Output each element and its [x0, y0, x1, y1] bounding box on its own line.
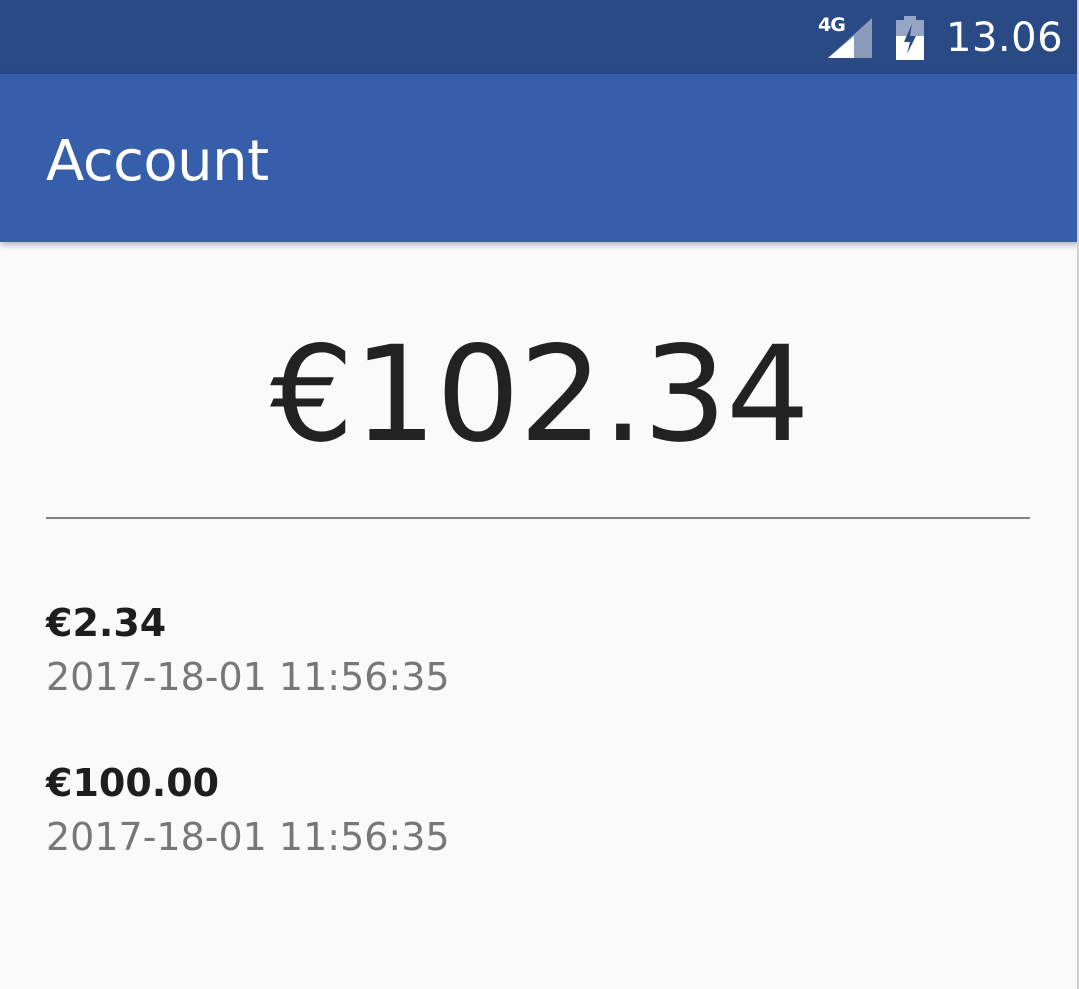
account-balance: €102.34 — [270, 318, 810, 472]
app-bar: Account — [0, 74, 1079, 242]
divider — [46, 517, 1030, 519]
transaction-item[interactable]: €100.00 2017-18-01 11:56:35 — [46, 760, 450, 920]
transaction-amount: €100.00 — [46, 761, 220, 805]
page-title: Account — [46, 129, 269, 194]
transaction-amount: €2.34 — [46, 601, 167, 645]
status-bar: 4G 13.06 — [0, 0, 1079, 74]
transaction-timestamp: 2017-18-01 11:56:35 — [46, 815, 450, 859]
status-time: 13.06 — [946, 15, 1064, 61]
transaction-timestamp: 2017-18-01 11:56:35 — [46, 655, 450, 699]
transaction-item[interactable]: €2.34 2017-18-01 11:56:35 — [46, 600, 450, 760]
battery-charging-icon — [896, 16, 924, 60]
signal-icon — [828, 18, 872, 58]
transaction-list: €2.34 2017-18-01 11:56:35 €100.00 2017-1… — [46, 600, 450, 920]
